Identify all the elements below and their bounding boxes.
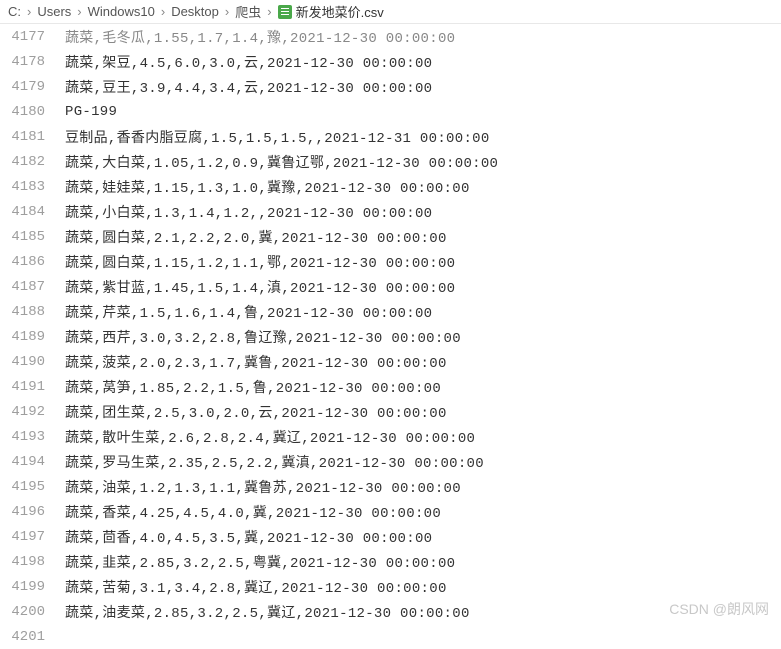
editor-line[interactable]: 4182蔬菜,大白菜,1.05,1.2,0.9,冀鲁辽鄂,2021-12-30 … bbox=[0, 149, 781, 174]
line-number: 4181 bbox=[0, 129, 65, 145]
chevron-right-icon: › bbox=[27, 4, 31, 19]
editor-line[interactable]: 4178蔬菜,架豆,4.5,6.0,3.0,云,2021-12-30 00:00… bbox=[0, 49, 781, 74]
editor-line[interactable]: 4194蔬菜,罗马生菜,2.35,2.5,2.2,冀滇,2021-12-30 0… bbox=[0, 449, 781, 474]
line-content[interactable]: 蔬菜,大白菜,1.05,1.2,0.9,冀鲁辽鄂,2021-12-30 00:0… bbox=[65, 152, 498, 172]
editor-line[interactable]: 4189蔬菜,西芹,3.0,3.2,2.8,鲁辽豫,2021-12-30 00:… bbox=[0, 324, 781, 349]
line-number: 4191 bbox=[0, 379, 65, 395]
line-content[interactable]: 蔬菜,韭菜,2.85,3.2,2.5,粤冀,2021-12-30 00:00:0… bbox=[65, 552, 455, 572]
chevron-right-icon: › bbox=[161, 4, 165, 19]
line-content[interactable]: 蔬菜,香菜,4.25,4.5,4.0,冀,2021-12-30 00:00:00 bbox=[65, 502, 441, 522]
line-number: 4198 bbox=[0, 554, 65, 570]
line-number: 4178 bbox=[0, 54, 65, 70]
line-content[interactable]: 蔬菜,菠菜,2.0,2.3,1.7,冀鲁,2021-12-30 00:00:00 bbox=[65, 352, 447, 372]
line-content[interactable]: 蔬菜,娃娃菜,1.15,1.3,1.0,冀豫,2021-12-30 00:00:… bbox=[65, 177, 470, 197]
editor-line[interactable]: 4187蔬菜,紫甘蓝,1.45,1.5,1.4,滇,2021-12-30 00:… bbox=[0, 274, 781, 299]
line-content[interactable]: 蔬菜,西芹,3.0,3.2,2.8,鲁辽豫,2021-12-30 00:00:0… bbox=[65, 327, 461, 347]
breadcrumb-part[interactable]: Users bbox=[37, 4, 71, 19]
editor-area[interactable]: 4177蔬菜,毛冬瓜,1.55,1.7,1.4,豫,2021-12-30 00:… bbox=[0, 24, 781, 649]
editor-line[interactable]: 4201 bbox=[0, 624, 781, 649]
csv-file-icon bbox=[278, 5, 292, 19]
line-content[interactable]: 蔬菜,芹菜,1.5,1.6,1.4,鲁,2021-12-30 00:00:00 bbox=[65, 302, 432, 322]
line-content[interactable]: PG-199 bbox=[65, 104, 117, 120]
editor-line[interactable]: 4196蔬菜,香菜,4.25,4.5,4.0,冀,2021-12-30 00:0… bbox=[0, 499, 781, 524]
editor-line[interactable]: 4179蔬菜,豆王,3.9,4.4,3.4,云,2021-12-30 00:00… bbox=[0, 74, 781, 99]
line-content[interactable]: 蔬菜,圆白菜,2.1,2.2,2.0,冀,2021-12-30 00:00:00 bbox=[65, 227, 447, 247]
editor-line[interactable]: 4181豆制品,香香内脂豆腐,1.5,1.5,1.5,,2021-12-31 0… bbox=[0, 124, 781, 149]
line-number: 4185 bbox=[0, 229, 65, 245]
line-content[interactable]: 蔬菜,团生菜,2.5,3.0,2.0,云,2021-12-30 00:00:00 bbox=[65, 402, 447, 422]
line-number: 4182 bbox=[0, 154, 65, 170]
editor-line[interactable]: 4184蔬菜,小白菜,1.3,1.4,1.2,,2021-12-30 00:00… bbox=[0, 199, 781, 224]
line-number: 4200 bbox=[0, 604, 65, 620]
line-number: 4179 bbox=[0, 79, 65, 95]
editor-line[interactable]: 4192蔬菜,团生菜,2.5,3.0,2.0,云,2021-12-30 00:0… bbox=[0, 399, 781, 424]
line-number: 4184 bbox=[0, 204, 65, 220]
editor-line[interactable]: 4199蔬菜,苦菊,3.1,3.4,2.8,冀辽,2021-12-30 00:0… bbox=[0, 574, 781, 599]
line-content[interactable]: 蔬菜,架豆,4.5,6.0,3.0,云,2021-12-30 00:00:00 bbox=[65, 52, 432, 72]
line-number: 4187 bbox=[0, 279, 65, 295]
line-number: 4201 bbox=[0, 629, 65, 645]
breadcrumb-part[interactable]: C: bbox=[8, 4, 21, 19]
editor-line[interactable]: 4183蔬菜,娃娃菜,1.15,1.3,1.0,冀豫,2021-12-30 00… bbox=[0, 174, 781, 199]
editor-line[interactable]: 4200蔬菜,油麦菜,2.85,3.2,2.5,冀辽,2021-12-30 00… bbox=[0, 599, 781, 624]
breadcrumb-part[interactable]: Desktop bbox=[171, 4, 219, 19]
breadcrumb-part[interactable]: Windows10 bbox=[88, 4, 155, 19]
line-content[interactable]: 蔬菜,罗马生菜,2.35,2.5,2.2,冀滇,2021-12-30 00:00… bbox=[65, 452, 484, 472]
editor-line[interactable]: 4193蔬菜,散叶生菜,2.6,2.8,2.4,冀辽,2021-12-30 00… bbox=[0, 424, 781, 449]
line-content[interactable]: 蔬菜,散叶生菜,2.6,2.8,2.4,冀辽,2021-12-30 00:00:… bbox=[65, 427, 475, 447]
editor-line[interactable]: 4185蔬菜,圆白菜,2.1,2.2,2.0,冀,2021-12-30 00:0… bbox=[0, 224, 781, 249]
chevron-right-icon: › bbox=[267, 4, 271, 19]
editor-line[interactable]: 4195蔬菜,油菜,1.2,1.3,1.1,冀鲁苏,2021-12-30 00:… bbox=[0, 474, 781, 499]
editor-line[interactable]: 4186蔬菜,圆白菜,1.15,1.2,1.1,鄂,2021-12-30 00:… bbox=[0, 249, 781, 274]
breadcrumb-file[interactable]: 新发地菜价.csv bbox=[296, 2, 384, 21]
line-content[interactable]: 蔬菜,毛冬瓜,1.55,1.7,1.4,豫,2021-12-30 00:00:0… bbox=[65, 27, 455, 47]
line-number: 4195 bbox=[0, 479, 65, 495]
line-number: 4194 bbox=[0, 454, 65, 470]
editor-line[interactable]: 4177蔬菜,毛冬瓜,1.55,1.7,1.4,豫,2021-12-30 00:… bbox=[0, 24, 781, 49]
chevron-right-icon: › bbox=[77, 4, 81, 19]
line-number: 4197 bbox=[0, 529, 65, 545]
editor-line[interactable]: 4197蔬菜,茴香,4.0,4.5,3.5,冀,2021-12-30 00:00… bbox=[0, 524, 781, 549]
line-number: 4180 bbox=[0, 104, 65, 120]
editor-line[interactable]: 4191蔬菜,莴笋,1.85,2.2,1.5,鲁,2021-12-30 00:0… bbox=[0, 374, 781, 399]
line-content[interactable]: 蔬菜,莴笋,1.85,2.2,1.5,鲁,2021-12-30 00:00:00 bbox=[65, 377, 441, 397]
line-content[interactable]: 蔬菜,豆王,3.9,4.4,3.4,云,2021-12-30 00:00:00 bbox=[65, 77, 432, 97]
line-number: 4199 bbox=[0, 579, 65, 595]
line-number: 4196 bbox=[0, 504, 65, 520]
line-content[interactable]: 蔬菜,油麦菜,2.85,3.2,2.5,冀辽,2021-12-30 00:00:… bbox=[65, 602, 470, 622]
line-content[interactable]: 蔬菜,茴香,4.0,4.5,3.5,冀,2021-12-30 00:00:00 bbox=[65, 527, 432, 547]
line-content[interactable]: 蔬菜,紫甘蓝,1.45,1.5,1.4,滇,2021-12-30 00:00:0… bbox=[65, 277, 455, 297]
editor-line[interactable]: 4190蔬菜,菠菜,2.0,2.3,1.7,冀鲁,2021-12-30 00:0… bbox=[0, 349, 781, 374]
line-number: 4192 bbox=[0, 404, 65, 420]
line-number: 4188 bbox=[0, 304, 65, 320]
line-content[interactable]: 蔬菜,油菜,1.2,1.3,1.1,冀鲁苏,2021-12-30 00:00:0… bbox=[65, 477, 461, 497]
line-content[interactable]: 蔬菜,小白菜,1.3,1.4,1.2,,2021-12-30 00:00:00 bbox=[65, 202, 432, 222]
line-number: 4186 bbox=[0, 254, 65, 270]
breadcrumb-part[interactable]: 爬虫 bbox=[235, 2, 261, 21]
line-number: 4183 bbox=[0, 179, 65, 195]
line-number: 4189 bbox=[0, 329, 65, 345]
line-number: 4193 bbox=[0, 429, 65, 445]
line-number: 4177 bbox=[0, 29, 65, 45]
line-content[interactable]: 蔬菜,圆白菜,1.15,1.2,1.1,鄂,2021-12-30 00:00:0… bbox=[65, 252, 455, 272]
editor-line[interactable]: 4188蔬菜,芹菜,1.5,1.6,1.4,鲁,2021-12-30 00:00… bbox=[0, 299, 781, 324]
line-content[interactable]: 蔬菜,苦菊,3.1,3.4,2.8,冀辽,2021-12-30 00:00:00 bbox=[65, 577, 447, 597]
editor-line[interactable]: 4180PG-199 bbox=[0, 99, 781, 124]
editor-line[interactable]: 4198蔬菜,韭菜,2.85,3.2,2.5,粤冀,2021-12-30 00:… bbox=[0, 549, 781, 574]
chevron-right-icon: › bbox=[225, 4, 229, 19]
breadcrumb[interactable]: C: › Users › Windows10 › Desktop › 爬虫 › … bbox=[0, 0, 781, 24]
line-content[interactable]: 豆制品,香香内脂豆腐,1.5,1.5,1.5,,2021-12-31 00:00… bbox=[65, 127, 490, 147]
line-number: 4190 bbox=[0, 354, 65, 370]
